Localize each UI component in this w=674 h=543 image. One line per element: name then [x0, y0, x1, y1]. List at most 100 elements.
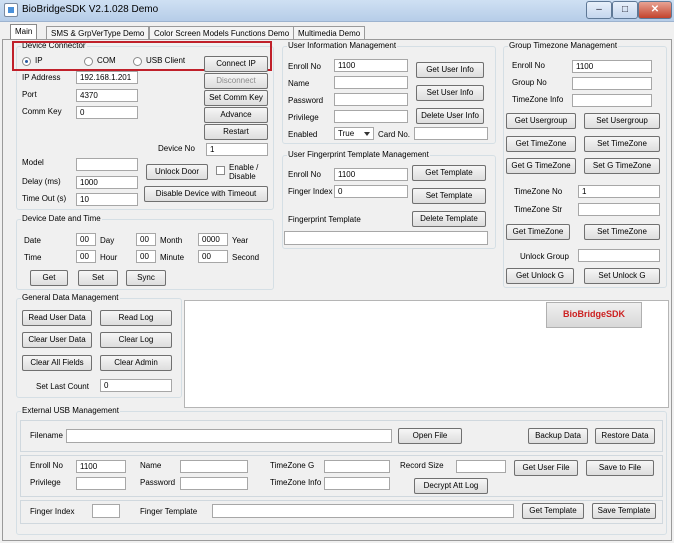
restart-button[interactable]: Restart	[204, 124, 268, 140]
timeout-input[interactable]	[76, 193, 138, 206]
unlock-group-input[interactable]	[578, 249, 660, 262]
usb-password-input[interactable]	[180, 477, 248, 490]
usb-privilege-input[interactable]	[76, 477, 126, 490]
general-data-legend: General Data Management	[22, 293, 119, 302]
ip-radio-label: IP	[35, 56, 43, 65]
connect-ip-button[interactable]: Connect IP	[204, 56, 268, 72]
set-date-button[interactable]: Set	[78, 270, 118, 286]
user-name-input[interactable]	[334, 76, 408, 89]
set-comm-key-button[interactable]: Set Comm Key	[204, 90, 268, 106]
tab-multimedia[interactable]: Multimedia Demo	[293, 26, 366, 40]
gt-enroll-input[interactable]	[572, 60, 652, 73]
get-g-timezone-button[interactable]: Get G TimeZone	[506, 158, 576, 174]
set-timezone-2-button[interactable]: Set TimeZone	[584, 224, 660, 240]
open-file-button[interactable]: Open File	[398, 428, 462, 444]
minute-input[interactable]	[136, 250, 156, 263]
clear-log-button[interactable]: Clear Log	[100, 332, 172, 348]
device-no-input[interactable]	[206, 143, 268, 156]
usb-finger-index-label: Finger Index	[30, 507, 75, 516]
read-user-data-button[interactable]: Read User Data	[22, 310, 92, 326]
date-label: Date	[24, 236, 41, 245]
usb-finger-template-input[interactable]	[212, 504, 514, 518]
tab-main[interactable]: Main	[10, 24, 38, 40]
enable-disable-checkbox[interactable]	[216, 166, 225, 175]
get-unlock-group-button[interactable]: Get Unlock G	[506, 268, 574, 284]
set-g-timezone-button[interactable]: Set G TimeZone	[584, 158, 660, 174]
delete-user-info-button[interactable]: Delete User Info	[416, 108, 484, 124]
sync-date-button[interactable]: Sync	[126, 270, 166, 286]
fp-finger-index-input[interactable]	[334, 185, 408, 198]
usb-client-radio[interactable]	[133, 57, 142, 66]
usb-finger-index-input[interactable]	[92, 504, 120, 518]
ip-address-input[interactable]	[76, 71, 138, 84]
gt-timezone-no-label: TimeZone No	[514, 187, 563, 196]
port-input[interactable]	[76, 89, 138, 102]
set-usergroup-button[interactable]: Set Usergroup	[584, 113, 660, 129]
set-last-count-input[interactable]	[100, 379, 172, 392]
gt-group-no-input[interactable]	[572, 77, 652, 90]
fp-set-template-button[interactable]: Set Template	[412, 188, 486, 204]
set-user-info-button[interactable]: Set User Info	[416, 85, 484, 101]
get-user-info-button[interactable]: Get User Info	[416, 62, 484, 78]
fp-get-template-button[interactable]: Get Template	[412, 165, 486, 181]
get-date-button[interactable]: Get	[30, 270, 68, 286]
chevron-down-icon	[364, 132, 370, 136]
delay-input[interactable]	[76, 176, 138, 189]
usb-timezone-info-input[interactable]	[324, 477, 390, 490]
user-password-label: Password	[288, 96, 324, 105]
disable-with-timeout-button[interactable]: Disable Device with Timeout	[144, 186, 268, 202]
comm-key-input[interactable]	[76, 106, 138, 119]
usb-name-input[interactable]	[180, 460, 248, 473]
port-label: Port	[22, 90, 37, 99]
com-radio[interactable]	[84, 57, 93, 66]
gt-timezone-info-input[interactable]	[572, 94, 652, 107]
maximize-button[interactable]: □	[612, 1, 638, 19]
usb-timezone-g-input[interactable]	[324, 460, 390, 473]
get-user-file-button[interactable]: Get User File	[514, 460, 578, 476]
hour-input[interactable]	[76, 250, 96, 263]
fp-delete-template-button[interactable]: Delete Template	[412, 211, 486, 227]
card-no-input[interactable]	[414, 127, 488, 140]
minimize-button[interactable]: –	[586, 1, 612, 19]
user-enroll-input[interactable]	[334, 59, 408, 72]
unlock-door-button[interactable]: Unlock Door	[146, 164, 208, 180]
disconnect-button[interactable]: Disconnect	[204, 73, 268, 89]
read-log-button[interactable]: Read Log	[100, 310, 172, 326]
usb-save-template-button[interactable]: Save Template	[592, 503, 656, 519]
gt-timezone-str-input[interactable]	[578, 203, 660, 216]
save-to-file-button[interactable]: Save to File	[586, 460, 654, 476]
set-unlock-group-button[interactable]: Set Unlock G	[584, 268, 660, 284]
backup-data-button[interactable]: Backup Data	[528, 428, 588, 444]
restore-data-button[interactable]: Restore Data	[595, 428, 655, 444]
usb-password-label: Password	[140, 478, 176, 487]
month-input[interactable]	[136, 233, 156, 246]
model-input[interactable]	[76, 158, 138, 171]
fp-enroll-input[interactable]	[334, 168, 408, 181]
second-input[interactable]	[198, 250, 228, 263]
get-usergroup-button[interactable]: Get Usergroup	[506, 113, 576, 129]
usb-record-size-input[interactable]	[456, 460, 506, 473]
usb-get-template-button[interactable]: Get Template	[522, 503, 584, 519]
usb-filename-input[interactable]	[66, 429, 392, 443]
fp-template-input[interactable]	[284, 231, 488, 245]
user-password-input[interactable]	[334, 93, 408, 106]
close-button[interactable]: ✕	[638, 1, 672, 19]
decrypt-att-log-button[interactable]: Decrypt Att Log	[414, 478, 488, 494]
clear-user-data-button[interactable]: Clear User Data	[22, 332, 92, 348]
usb-enroll-input[interactable]	[76, 460, 126, 473]
user-privilege-input[interactable]	[334, 110, 408, 123]
ip-radio[interactable]	[22, 57, 31, 66]
tab-color-screen[interactable]: Color Screen Models Functions Demo	[149, 26, 295, 40]
clear-all-fields-button[interactable]: Clear All Fields	[22, 355, 92, 371]
get-timezone-2-button[interactable]: Get TimeZone	[506, 224, 570, 240]
advance-button[interactable]: Advance	[204, 107, 268, 123]
set-timezone-button[interactable]: Set TimeZone	[584, 136, 660, 152]
tab-sms[interactable]: SMS & GrpVerType Demo	[46, 26, 150, 40]
enabled-select[interactable]: True	[334, 127, 374, 140]
get-timezone-button[interactable]: Get TimeZone	[506, 136, 576, 152]
year-input[interactable]	[198, 233, 228, 246]
day-input[interactable]	[76, 233, 96, 246]
gt-timezone-str-label: TimeZone Str	[514, 205, 563, 214]
clear-admin-button[interactable]: Clear Admin	[100, 355, 172, 371]
gt-timezone-no-input[interactable]	[578, 185, 660, 198]
